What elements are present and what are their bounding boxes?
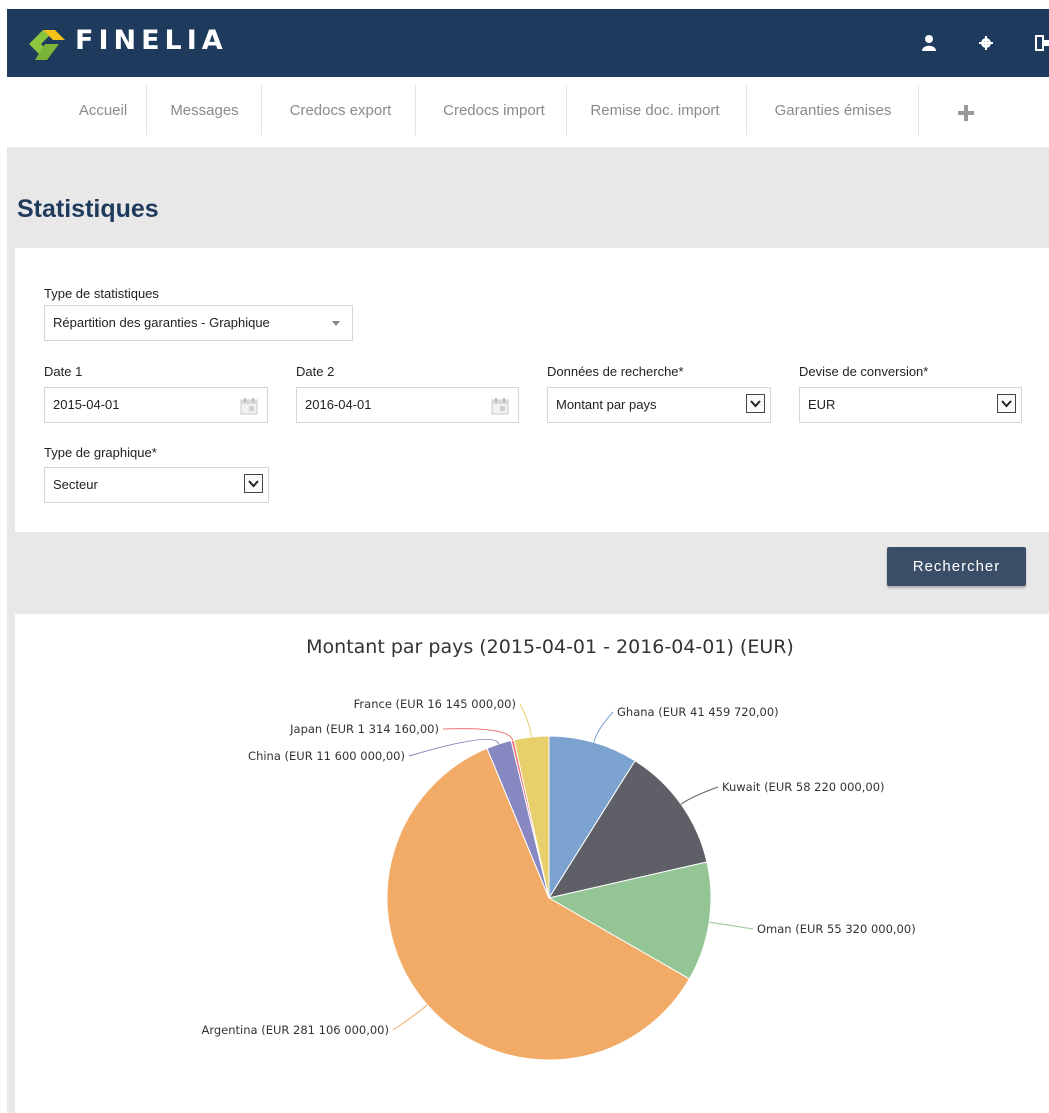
pie-label-argentina: Argentina (EUR 281 106 000,00) — [201, 1023, 389, 1037]
pie-label-kuwait: Kuwait (EUR 58 220 000,00) — [722, 780, 885, 794]
pie-connector-france — [519, 703, 532, 738]
pie-chart: Ghana (EUR 41 459 720,00) Kuwait (EUR 58 … — [201, 697, 916, 1061]
pie-label-japan: Japan (EUR 1 314 160,00) — [289, 722, 439, 736]
pie-connector-oman — [709, 921, 754, 930]
pie-connector-kuwait — [680, 786, 719, 805]
pie-label-oman: Oman (EUR 55 320 000,00) — [757, 922, 916, 936]
pie-label-china: China (EUR 11 600 000,00) — [248, 749, 405, 763]
pie-connector-argentina — [392, 1004, 428, 1031]
pie-label-ghana: Ghana (EUR 41 459 720,00) — [617, 705, 779, 719]
pie-connector-ghana — [593, 711, 614, 743]
pie-label-france: France (EUR 16 145 000,00) — [354, 697, 516, 711]
pie-connector-japan — [442, 728, 514, 741]
